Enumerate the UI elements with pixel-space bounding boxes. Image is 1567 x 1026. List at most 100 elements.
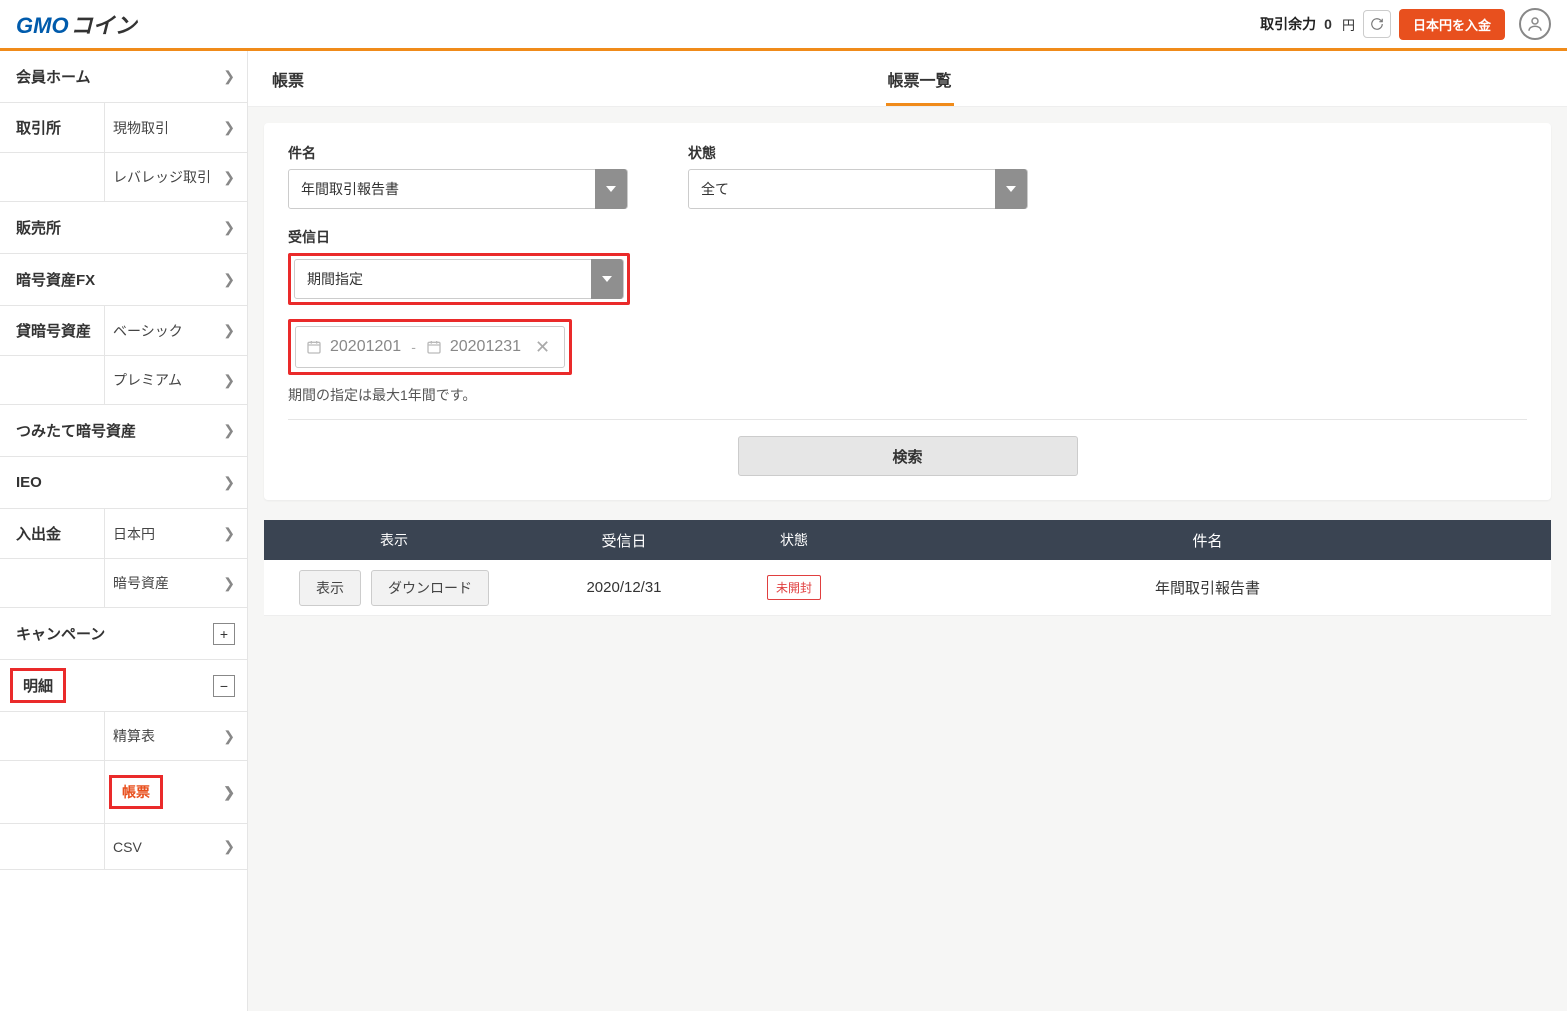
- recv-label: 受信日: [288, 227, 1527, 247]
- table-row: 表示 ダウンロード 2020/12/31 未開封 年間取引報告書: [264, 560, 1551, 616]
- recv-date-select[interactable]: 期間指定: [294, 259, 624, 299]
- sidebar-label-io-crypto: 暗号資産: [113, 573, 169, 593]
- sidebar-item-sales[interactable]: 販売所 ❯: [0, 202, 247, 254]
- th-subject: 件名: [864, 530, 1551, 551]
- date-from: 20201201: [330, 338, 401, 356]
- chevron-right-icon: ❯: [223, 474, 235, 491]
- results-header: 表示 受信日 状態 件名: [264, 520, 1551, 560]
- tab-report[interactable]: 帳票: [248, 51, 704, 106]
- sidebar-label-settlement: 精算表: [113, 726, 155, 746]
- sidebar-label-ieo: IEO: [16, 474, 42, 491]
- sidebar-label-cryptofx: 暗号資産FX: [16, 269, 95, 290]
- search-panel: 件名 年間取引報告書 状態 全て: [264, 123, 1551, 500]
- calendar-icon: [306, 339, 322, 355]
- sidebar-item-campaign[interactable]: キャンペーン +: [0, 608, 247, 660]
- sidebar-label-spot: 現物取引: [113, 118, 169, 138]
- sidebar-label-sales: 販売所: [16, 217, 61, 238]
- row-date: 2020/12/31: [524, 579, 724, 596]
- subject-label: 件名: [288, 143, 628, 163]
- chevron-right-icon: ❯: [223, 169, 235, 186]
- chevron-right-icon: ❯: [223, 728, 235, 745]
- subject-select[interactable]: 年間取引報告書: [288, 169, 628, 209]
- refresh-icon: [1370, 17, 1384, 31]
- chevron-right-icon: ❯: [223, 784, 235, 801]
- sidebar-label-home: 会員ホーム: [16, 66, 91, 87]
- sidebar-item-leverage[interactable]: レバレッジ取引 ❯: [104, 153, 247, 201]
- sidebar-item-accum[interactable]: つみたて暗号資産 ❯: [0, 405, 247, 457]
- sidebar-label-detail: 明細: [23, 678, 53, 695]
- logo-text-coin: コイン: [71, 13, 137, 38]
- chevron-right-icon: ❯: [223, 68, 235, 85]
- date-to: 20201231: [450, 338, 521, 356]
- chevron-down-icon: [595, 169, 627, 209]
- sidebar-item-spot[interactable]: 現物取引 ❯: [104, 103, 247, 152]
- sidebar-item-lend-basic[interactable]: ベーシック ❯: [104, 306, 247, 355]
- sidebar-item-detail[interactable]: 明細 −: [0, 660, 247, 712]
- state-label: 状態: [688, 143, 1028, 163]
- tab-report-list-label: 帳票一覧: [888, 67, 952, 91]
- minus-icon: −: [213, 675, 235, 697]
- tabs: 帳票 帳票一覧: [248, 51, 1567, 107]
- sidebar-item-cryptofx[interactable]: 暗号資産FX ❯: [0, 254, 247, 306]
- sidebar-item-ieo[interactable]: IEO ❯: [0, 457, 247, 509]
- calendar-icon: [426, 339, 442, 355]
- display-button[interactable]: 表示: [299, 570, 361, 606]
- sidebar-cat-exchange: 取引所: [0, 103, 104, 152]
- balance-unit: 円: [1342, 15, 1355, 34]
- sidebar-item-report[interactable]: 帳票 ❯: [104, 761, 247, 823]
- subject-value: 年間取引報告書: [301, 179, 399, 199]
- tab-report-label: 帳票: [272, 67, 304, 91]
- header-right: 取引余力 0 円 日本円を入金: [1260, 8, 1551, 40]
- chevron-right-icon: ❯: [223, 119, 235, 136]
- avatar-button[interactable]: [1519, 8, 1551, 40]
- sidebar: 会員ホーム ❯ 取引所 現物取引 ❯ レバレッジ取引 ❯ 販売所 ❯ 暗号資産F…: [0, 51, 248, 1011]
- panel-divider: [288, 419, 1527, 420]
- date-separator: -: [411, 339, 416, 355]
- chevron-right-icon: ❯: [223, 372, 235, 389]
- sidebar-cat-io: 入出金: [0, 509, 104, 558]
- sidebar-item-io-crypto[interactable]: 暗号資産 ❯: [104, 559, 247, 607]
- logo-text-gmo: GMO: [16, 13, 69, 38]
- chevron-down-icon: [995, 169, 1027, 209]
- deposit-button[interactable]: 日本円を入金: [1399, 9, 1505, 40]
- main-area: 帳票 帳票一覧 件名 年間取引報告書 状態: [248, 51, 1567, 1011]
- sidebar-item-io-jpy[interactable]: 日本円 ❯: [104, 509, 247, 558]
- download-button[interactable]: ダウンロード: [371, 570, 489, 606]
- sidebar-label-io-jpy: 日本円: [113, 524, 155, 544]
- clear-date-button[interactable]: ✕: [531, 337, 554, 358]
- sidebar-label-campaign: キャンペーン: [16, 623, 105, 644]
- state-value: 全て: [701, 179, 729, 199]
- th-display: 表示: [264, 530, 524, 550]
- sidebar-cat-lend: 貸暗号資産: [0, 306, 104, 355]
- header: GMOコイン 取引余力 0 円 日本円を入金: [0, 0, 1567, 48]
- th-date: 受信日: [524, 530, 724, 551]
- state-select[interactable]: 全て: [688, 169, 1028, 209]
- date-helper-text: 期間の指定は最大1年間です。: [288, 385, 1527, 405]
- balance-value: 0: [1324, 16, 1332, 32]
- chevron-right-icon: ❯: [223, 271, 235, 288]
- sidebar-label-lend-premium: プレミアム: [113, 370, 182, 390]
- th-state: 状態: [724, 530, 864, 550]
- sidebar-label-accum: つみたて暗号資産: [16, 420, 136, 441]
- search-button[interactable]: 検索: [738, 436, 1078, 476]
- user-icon: [1526, 15, 1544, 33]
- chevron-right-icon: ❯: [223, 422, 235, 439]
- balance-label: 取引余力: [1260, 14, 1316, 34]
- refresh-button[interactable]: [1363, 10, 1391, 38]
- sidebar-item-home[interactable]: 会員ホーム ❯: [0, 51, 247, 103]
- chevron-right-icon: ❯: [223, 219, 235, 236]
- chevron-right-icon: ❯: [223, 525, 235, 542]
- row-subject: 年間取引報告書: [864, 577, 1551, 598]
- sidebar-item-csv[interactable]: CSV ❯: [104, 824, 247, 869]
- recv-date-value: 期間指定: [307, 269, 363, 289]
- logo[interactable]: GMOコイン: [16, 8, 137, 40]
- sidebar-label-lend-basic: ベーシック: [113, 321, 183, 341]
- sidebar-item-lend-premium[interactable]: プレミアム ❯: [104, 356, 247, 404]
- tab-report-list[interactable]: 帳票一覧: [704, 51, 1136, 106]
- sidebar-label-report: 帳票: [122, 784, 150, 800]
- results-table: 表示 受信日 状態 件名 表示 ダウンロード 2020/12/31 未開封 年間…: [264, 520, 1551, 616]
- sidebar-item-settlement[interactable]: 精算表 ❯: [104, 712, 247, 760]
- date-range-input[interactable]: 20201201 - 20201231 ✕: [295, 326, 565, 368]
- status-badge: 未開封: [767, 575, 821, 600]
- chevron-right-icon: ❯: [223, 575, 235, 592]
